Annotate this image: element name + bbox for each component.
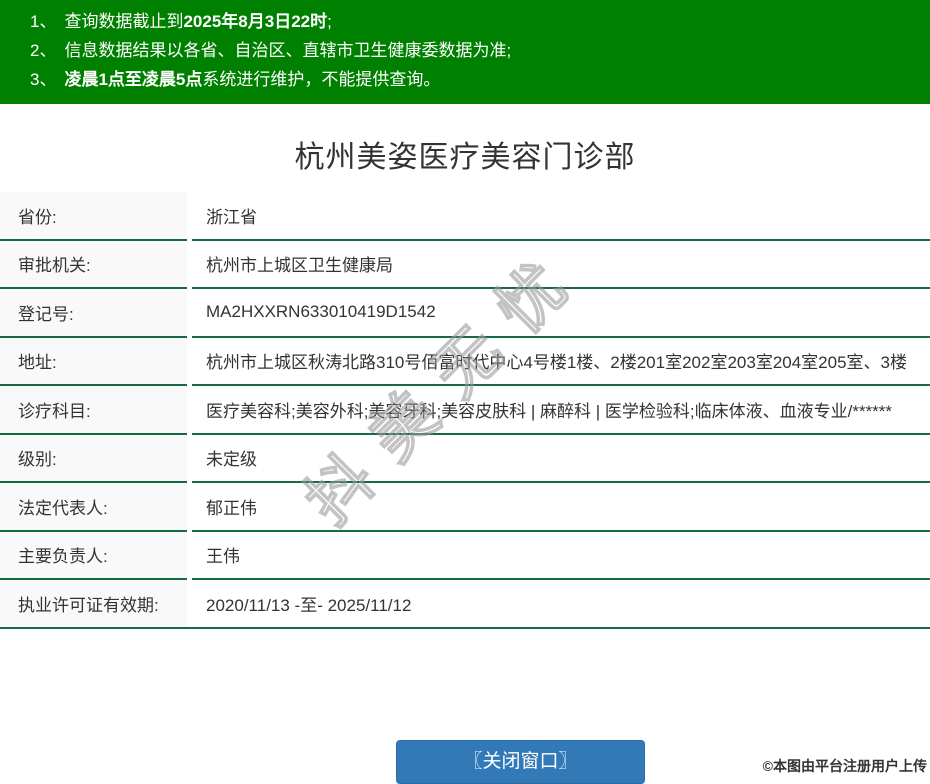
notice-number: 1、 <box>30 12 57 31</box>
field-value: 医疗美容科;美容外科;美容牙科;美容皮肤科 | 麻醉科 | 医学检验科;临床体液… <box>192 386 930 435</box>
field-value: 杭州市上城区卫生健康局 <box>192 241 930 289</box>
table-row: 主要负责人: 王伟 <box>0 531 930 580</box>
copyright-watermark: ©本图由平台注册用户上传 <box>762 758 927 774</box>
field-value: MA2HXXRN633010419D1542 <box>192 289 930 338</box>
field-label: 主要负责人: <box>0 531 187 580</box>
table-row: 审批机关: 杭州市上城区卫生健康局 <box>0 240 930 289</box>
field-label: 诊疗科目: <box>0 386 187 435</box>
table-row: 诊疗科目: 医疗美容科;美容外科;美容牙科;美容皮肤科 | 麻醉科 | 医学检验科… <box>0 386 930 435</box>
field-label: 法定代表人: <box>0 483 187 532</box>
notice-line-1: 1、 查询数据截止到2025年8月3日22时; <box>30 7 920 36</box>
field-label: 登记号: <box>0 289 187 338</box>
field-value: 未定级 <box>192 435 930 483</box>
close-window-button[interactable]: 〖关闭窗口〗 <box>396 740 645 784</box>
notice-text-bold: 2025年8月3日22时 <box>183 12 328 31</box>
field-label: 地址: <box>0 337 187 386</box>
field-value: 郁正伟 <box>192 483 930 532</box>
page-title: 杭州美姿医疗美容门诊部 <box>294 141 636 174</box>
license-info-table: 省份: 浙江省 审批机关: 杭州市上城区卫生健康局 登记号: MA2HXXRN6330… <box>0 192 930 629</box>
notice-line-2: 2、 信息数据结果以各省、自治区、直辖市卫生健康委数据为准; <box>30 36 920 65</box>
notice-text: 信息数据结果以各省、自治区、直辖市卫生健康委数据为准; <box>64 41 512 60</box>
field-label: 执业许可证有效期: <box>0 580 187 629</box>
notice-banner: 1、 查询数据截止到2025年8月3日22时; 2、 信息数据结果以各省、自治区、直… <box>0 0 930 104</box>
table-row: 地址: 杭州市上城区秋涛北路310号佰富时代中心4号楼1楼、2楼201室202室2… <box>0 337 930 386</box>
field-value: 2020/11/13 -至- 2025/11/12 <box>192 580 930 629</box>
notice-line-3: 3、 凌晨1点至凌晨5点系统进行维护，不能提供查询。 <box>30 65 920 94</box>
field-label: 省份: <box>0 192 187 241</box>
notice-text-bold: 凌晨1点至凌晨5点 <box>64 70 203 89</box>
notice-text: ; <box>327 12 332 31</box>
table-row: 登记号: MA2HXXRN633010419D1542 <box>0 289 930 338</box>
field-value: 杭州市上城区秋涛北路310号佰富时代中心4号楼1楼、2楼201室202室203室… <box>192 338 930 386</box>
field-label: 级别: <box>0 434 187 483</box>
table-row: 省份: 浙江省 <box>0 192 930 241</box>
table-row: 执业许可证有效期: 2020/11/13 -至- 2025/11/12 <box>0 580 930 629</box>
table-row: 法定代表人: 郁正伟 <box>0 483 930 532</box>
notice-text: 查询数据截止到 <box>64 12 184 31</box>
field-label: 审批机关: <box>0 240 187 289</box>
notice-text: 系统进行维护，不能提供查询。 <box>202 70 441 89</box>
notice-number: 2、 <box>30 41 57 60</box>
license-query-result-page: { "banner": { "notices": [ {"num": "1、",… <box>0 0 930 784</box>
table-row: 级别: 未定级 <box>0 434 930 483</box>
notice-number: 3、 <box>30 70 57 89</box>
field-value: 王伟 <box>192 532 930 580</box>
field-value: 浙江省 <box>192 192 930 241</box>
